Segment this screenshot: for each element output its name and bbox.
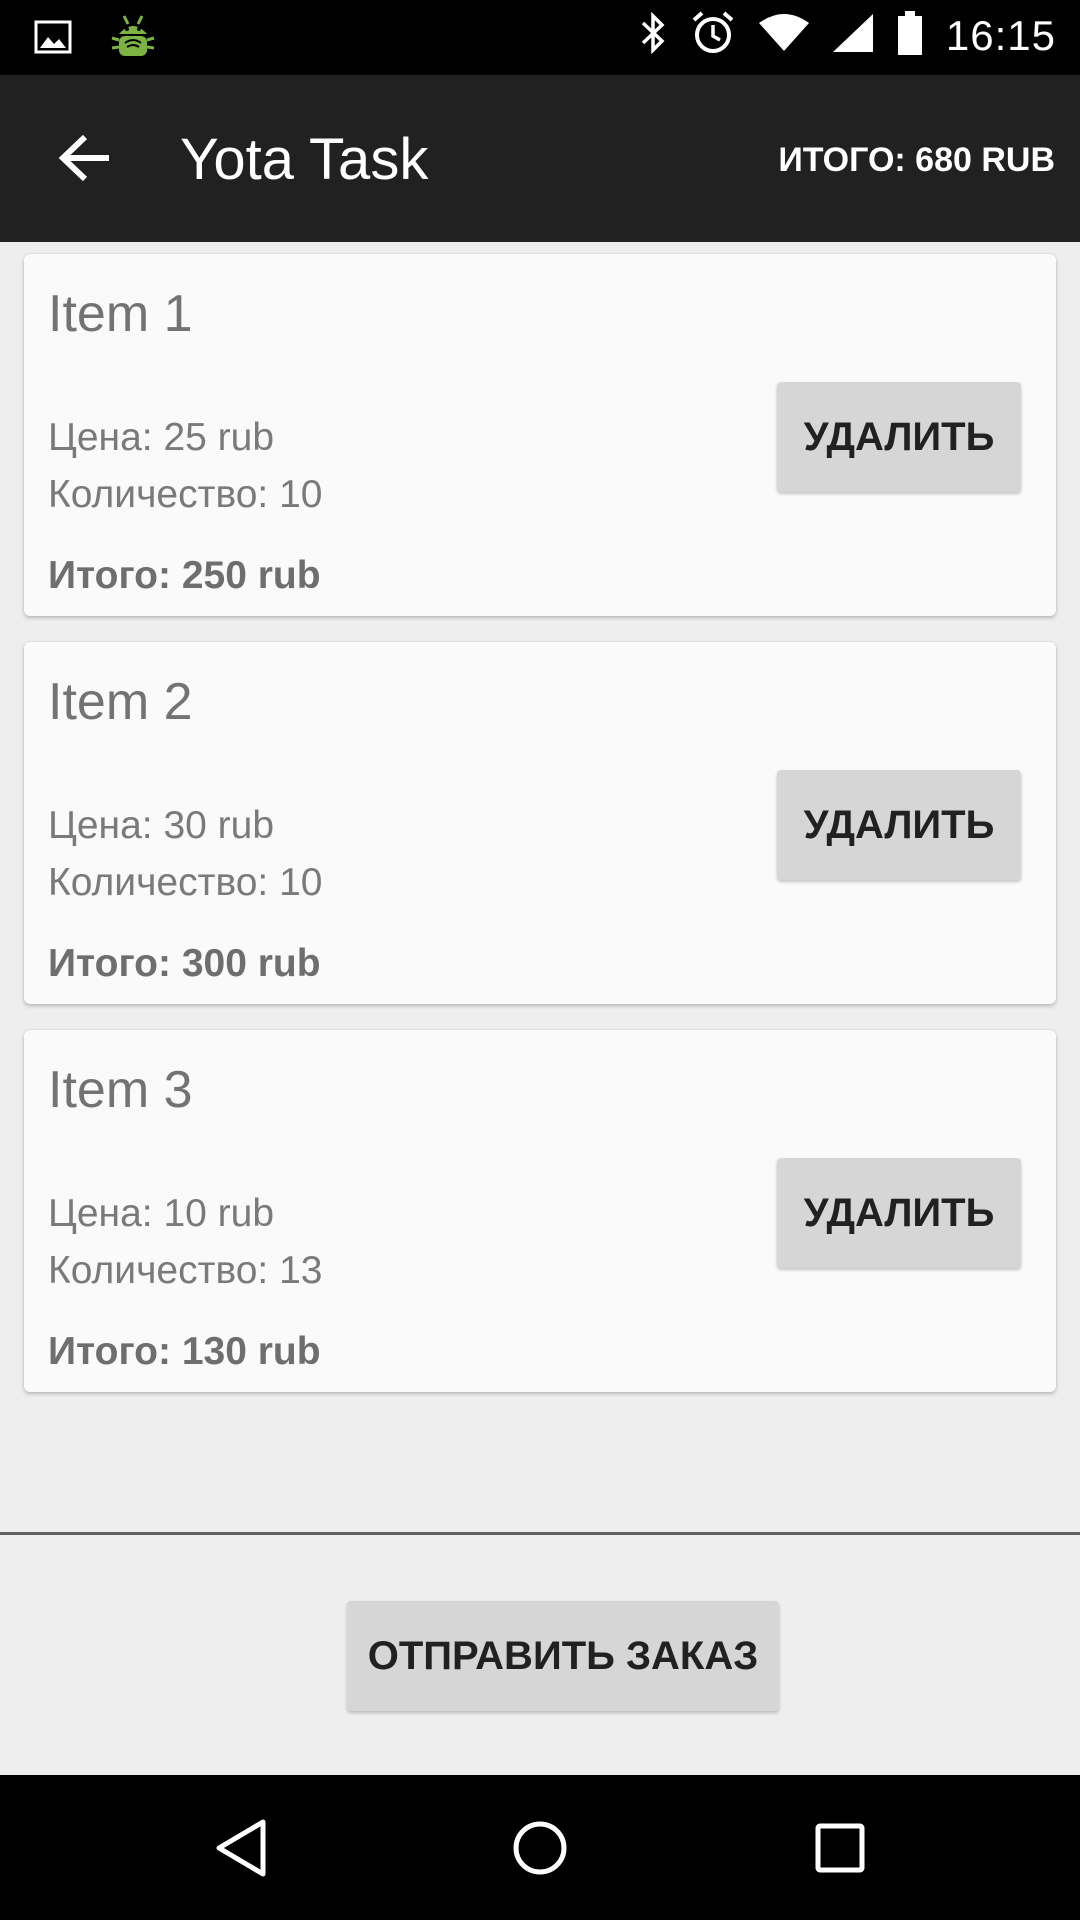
alarm-icon [690,10,736,61]
cart-item-card: Item 2 Цена: 30 rub Количество: 10 Итого… [24,642,1056,1004]
submit-order-button[interactable]: ОТПРАВИТЬ ЗАКАЗ [347,1601,779,1711]
item-price: Цена: 30 rub [48,804,275,847]
cart-item-card: Item 3 Цена: 10 rub Количество: 13 Итого… [24,1030,1056,1392]
home-circle-icon [511,1819,569,1882]
item-quantity: Количество: 10 [48,473,323,516]
image-notification-icon [34,20,72,59]
item-title: Item 3 [48,1061,193,1119]
status-bar: 16:15 [0,0,1080,75]
system-nav-bar [0,1775,1080,1920]
item-subtotal: Итого: 130 rub [48,1330,321,1373]
item-title: Item 2 [48,673,193,731]
footer: ОТПРАВИТЬ ЗАКАЗ [0,1535,1080,1775]
page-title: Yota Task [180,127,429,192]
back-button[interactable] [50,125,120,195]
item-subtotal: Итого: 250 rub [48,554,321,597]
battery-icon [896,10,924,61]
cell-signal-icon [832,13,874,58]
back-triangle-icon [213,1818,269,1883]
delete-button[interactable]: УДАЛИТЬ [777,1158,1021,1268]
item-quantity: Количество: 10 [48,861,323,904]
status-time: 16:15 [945,11,1056,59]
item-price: Цена: 25 rub [48,416,275,459]
wifi-icon [758,13,810,58]
delete-button[interactable]: УДАЛИТЬ [777,770,1021,880]
item-quantity: Количество: 13 [48,1249,323,1292]
nav-home-button[interactable] [490,1800,590,1900]
item-subtotal: Итого: 300 rub [48,942,321,985]
app-bar: Yota Task ИТОГО: 680 RUB [0,75,1080,242]
android-debug-icon [108,12,158,67]
cart-item-card: Item 1 Цена: 25 rub Количество: 10 Итого… [24,254,1056,616]
item-price: Цена: 10 rub [48,1192,275,1235]
bluetooth-icon [638,11,668,60]
nav-recents-button[interactable] [790,1800,890,1900]
recents-square-icon [814,1822,866,1879]
cart-list: Item 1 Цена: 25 rub Количество: 10 Итого… [0,242,1080,1532]
delete-button[interactable]: УДАЛИТЬ [777,382,1021,492]
arrow-back-icon [57,133,113,188]
item-title: Item 1 [48,285,193,343]
order-total: ИТОГО: 680 RUB [778,141,1055,179]
nav-back-button[interactable] [191,1800,291,1900]
